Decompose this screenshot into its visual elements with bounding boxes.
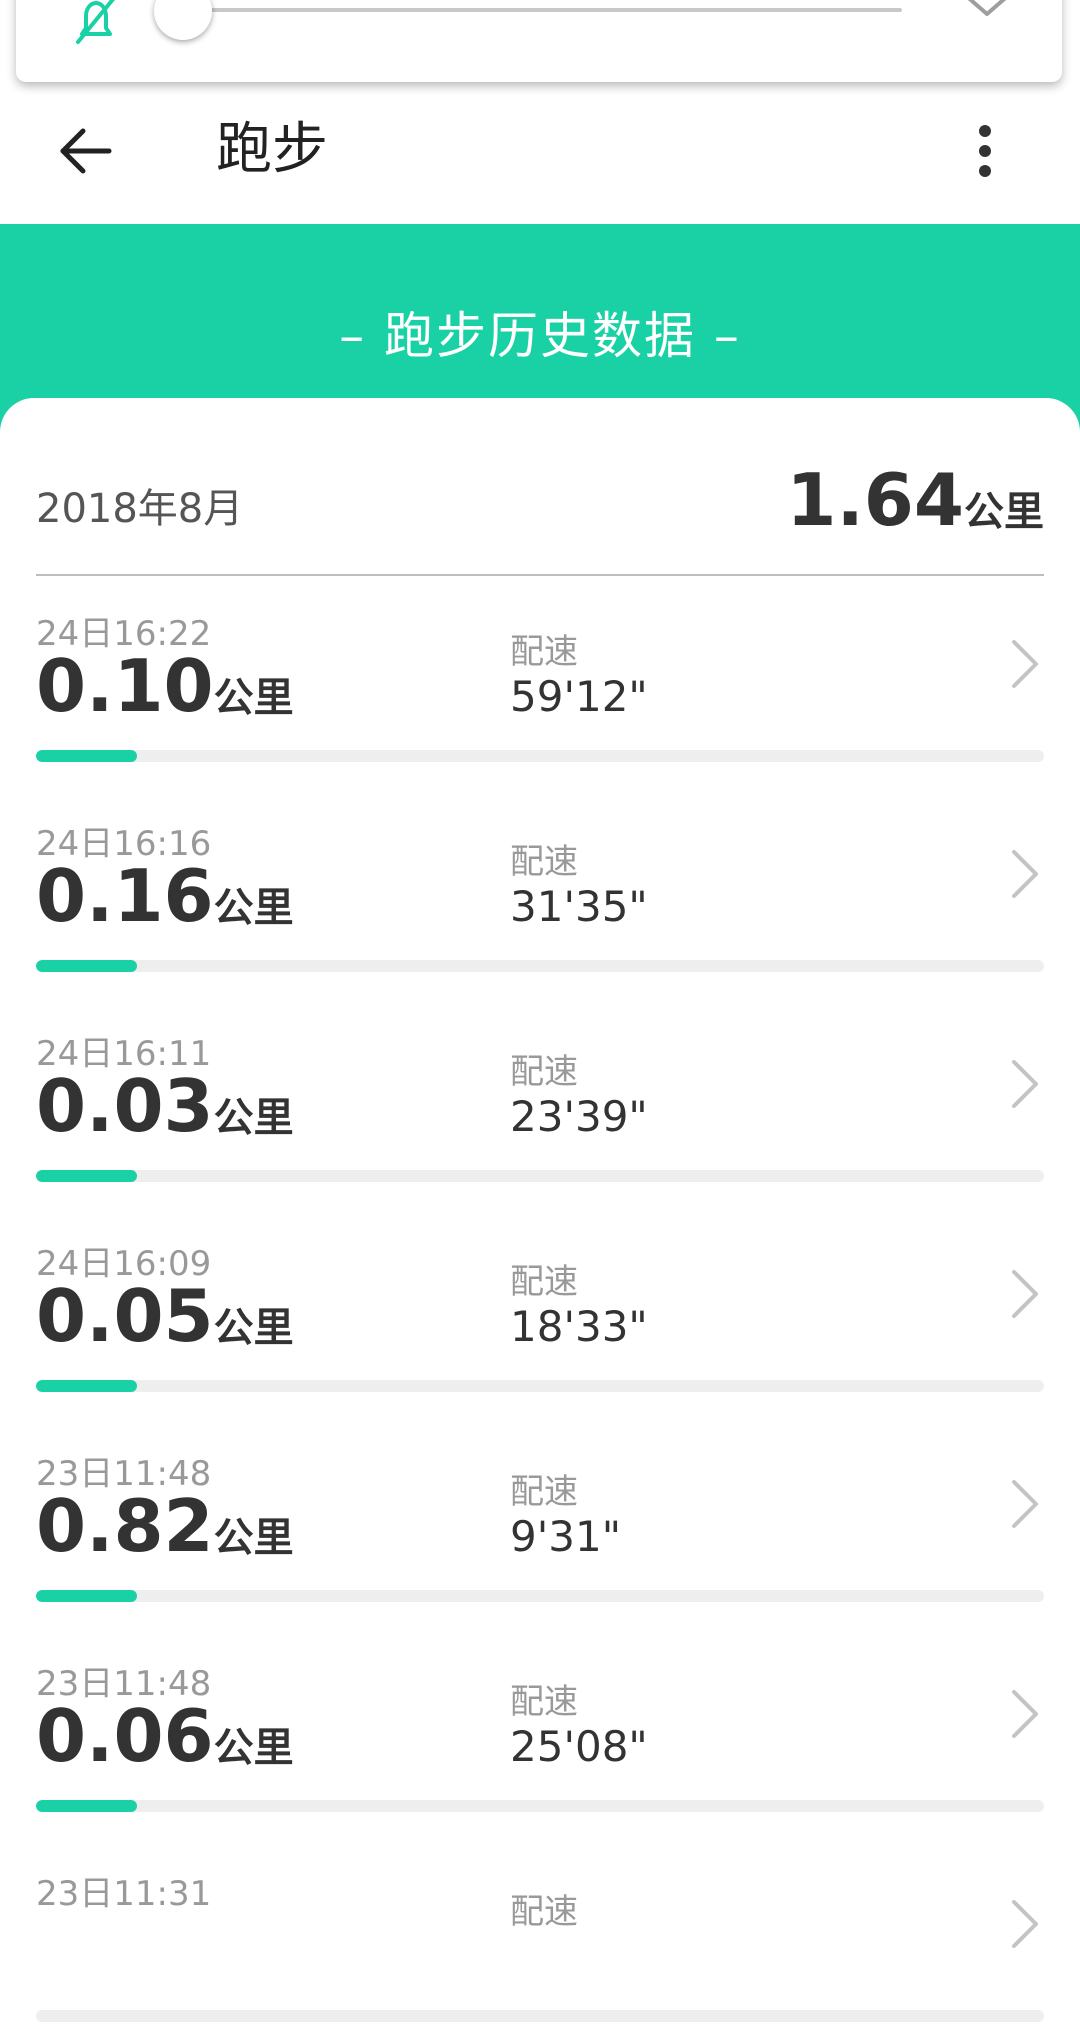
record-progress-track — [36, 960, 1044, 972]
app-bar: 跑步 — [0, 82, 1080, 224]
record-distance-value: 0.10 — [36, 644, 214, 728]
record-time: 23日11:31 — [36, 1874, 212, 1914]
record-distance-unit: 公里 — [213, 1725, 294, 1771]
back-button[interactable] — [40, 108, 130, 198]
record-pace-label: 配速 — [510, 842, 578, 882]
record-distance: 0.03公里 — [36, 1064, 294, 1148]
volume-slider-thumb[interactable] — [154, 0, 212, 40]
record-pace-value: 23'39" — [510, 1092, 648, 1141]
record-pace-value: 25'08" — [510, 1722, 648, 1771]
record-pace-value: 31'35" — [510, 882, 648, 931]
record-progress-fill — [36, 1590, 137, 1602]
volume-slider-track[interactable] — [201, 8, 902, 12]
record-row[interactable]: 24日16:16 0.16公里 配速 31'35" — [0, 784, 1080, 994]
bell-muted-icon[interactable] — [68, 0, 124, 46]
summary-month: 2018年8月 — [36, 486, 244, 532]
record-row[interactable]: 23日11:31 配速 — [0, 1834, 1080, 2044]
record-distance-value: 0.05 — [36, 1274, 214, 1358]
record-distance: 0.05公里 — [36, 1274, 294, 1358]
record-distance: 0.16公里 — [36, 854, 294, 938]
record-pace-label: 配速 — [510, 1262, 578, 1302]
record-distance-unit: 公里 — [213, 1095, 294, 1141]
record-row[interactable]: 23日11:48 0.82公里 配速 9'31" — [0, 1414, 1080, 1624]
record-distance-value: 0.16 — [36, 854, 214, 938]
record-distance-unit: 公里 — [213, 1515, 294, 1561]
summary-total-value: 1.64 — [786, 458, 964, 542]
summary-total-unit: 公里 — [964, 489, 1044, 535]
record-distance: 0.10公里 — [36, 644, 294, 728]
chevron-right-icon — [1004, 1684, 1044, 1744]
record-progress-fill — [36, 960, 137, 972]
page-title: 跑步 — [216, 117, 328, 182]
record-pace-value: 9'31" — [510, 1512, 622, 1561]
summary-total: 1.64公里 — [786, 458, 1044, 542]
record-distance-unit: 公里 — [213, 675, 294, 721]
volume-panel — [16, 0, 1062, 82]
record-pace-value: 59'12" — [510, 672, 648, 721]
chevron-right-icon — [1004, 634, 1044, 694]
record-distance-unit: 公里 — [213, 885, 294, 931]
record-row[interactable]: 24日16:22 0.10公里 配速 59'12" — [0, 574, 1080, 784]
record-pace-value: 18'33" — [510, 1302, 648, 1351]
chevron-right-icon — [1004, 1474, 1044, 1534]
chevron-right-icon — [1004, 1054, 1044, 1114]
record-distance-value: 0.03 — [36, 1064, 214, 1148]
more-options-button[interactable] — [940, 108, 1030, 198]
history-card: 2018年8月 1.64公里 24日16:22 0.10公里 配速 59'12"… — [0, 398, 1080, 2022]
record-pace-label: 配速 — [510, 1892, 578, 1932]
record-distance: 0.82公里 — [36, 1484, 294, 1568]
record-pace-label: 配速 — [510, 1472, 578, 1512]
record-progress-fill — [36, 1170, 137, 1182]
record-progress-track — [36, 2010, 1044, 2022]
arrow-left-icon — [57, 126, 113, 180]
more-vertical-icon — [975, 124, 995, 182]
chevron-right-icon — [1004, 1894, 1044, 1954]
record-pace-label: 配速 — [510, 1052, 578, 1092]
record-row[interactable]: 24日16:09 0.05公里 配速 18'33" — [0, 1204, 1080, 1414]
chevron-right-icon — [1004, 844, 1044, 904]
banner-title: – 跑步历史数据 – — [339, 307, 741, 365]
record-row[interactable]: 23日11:48 0.06公里 配速 25'08" — [0, 1624, 1080, 1834]
record-progress-track — [36, 1380, 1044, 1392]
month-summary: 2018年8月 1.64公里 — [36, 398, 1044, 576]
record-pace-label: 配速 — [510, 632, 578, 672]
record-distance: 0.06公里 — [36, 1694, 294, 1778]
record-list: 24日16:22 0.10公里 配速 59'12" 24日16:16 0.16公… — [0, 574, 1080, 2044]
record-progress-fill — [36, 1800, 137, 1812]
record-pace-label: 配速 — [510, 1682, 578, 1722]
record-progress-track — [36, 1590, 1044, 1602]
record-progress-fill — [36, 1380, 137, 1392]
record-progress-track — [36, 1800, 1044, 1812]
record-distance-unit: 公里 — [213, 1305, 294, 1351]
record-progress-track — [36, 1170, 1044, 1182]
chevron-right-icon — [1004, 1264, 1044, 1324]
record-distance-value: 0.06 — [36, 1694, 214, 1778]
chevron-down-icon[interactable] — [958, 0, 1016, 24]
record-progress-track — [36, 750, 1044, 762]
record-progress-fill — [36, 750, 137, 762]
record-distance-value: 0.82 — [36, 1484, 214, 1568]
record-row[interactable]: 24日16:11 0.03公里 配速 23'39" — [0, 994, 1080, 1204]
